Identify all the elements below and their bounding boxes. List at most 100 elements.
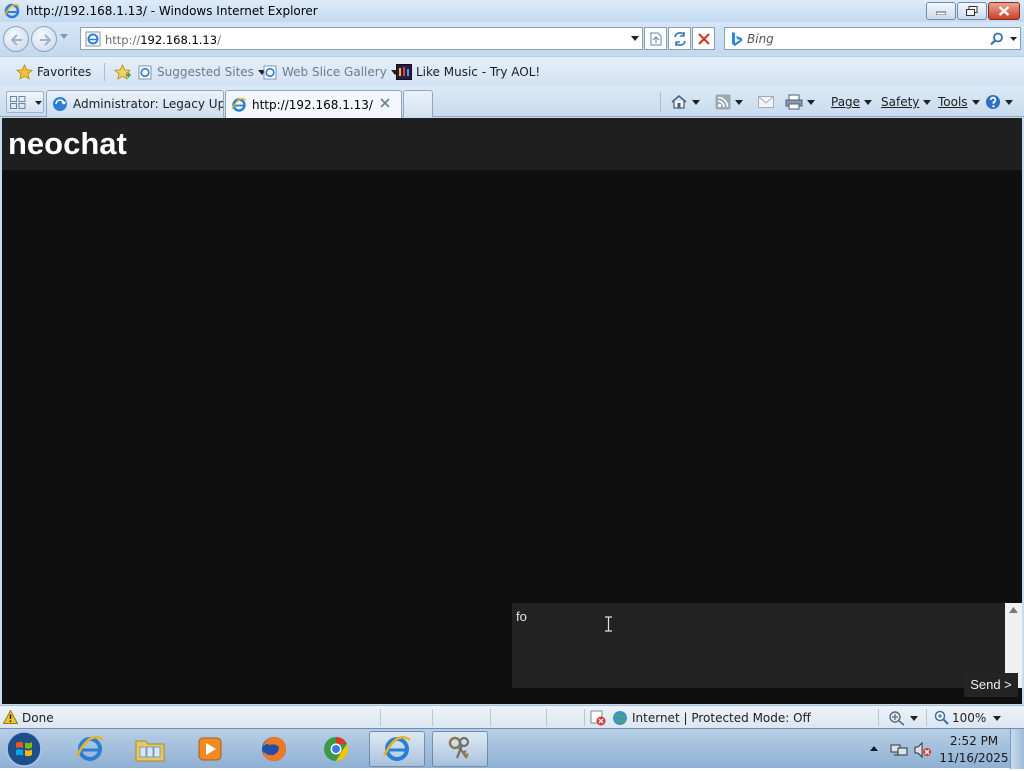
add-to-favorites-bar-button[interactable] <box>114 62 136 82</box>
feeds-button[interactable] <box>715 92 743 112</box>
aol-music-icon <box>396 64 412 80</box>
search-input[interactable] <box>747 30 987 47</box>
home-icon <box>671 94 687 109</box>
print-button[interactable] <box>785 92 815 112</box>
favorites-separator <box>104 63 105 81</box>
favorites-button[interactable]: Favorites <box>16 62 91 82</box>
taskbar-media-player[interactable] <box>182 731 238 767</box>
address-bar[interactable]: http://192.168.1.13/ <box>80 27 643 50</box>
chevron-down-icon <box>1005 99 1013 105</box>
tab-current-page[interactable]: http://192.168.1.13/ <box>225 90 402 118</box>
message-list <box>2 170 1022 602</box>
address-dropdown-icon[interactable] <box>631 36 639 41</box>
favorites-bar-item-suggested-sites[interactable]: Suggested Sites <box>138 62 270 82</box>
status-separator <box>546 709 547 726</box>
home-button[interactable] <box>670 92 700 112</box>
quick-tabs-grid-icon <box>10 96 26 109</box>
zoom-dropdown-icon[interactable] <box>993 716 1001 721</box>
stop-icon <box>698 33 710 45</box>
url-path: / <box>217 33 221 47</box>
tab-list-dropdown-icon <box>35 101 42 105</box>
ie-icon <box>231 97 247 112</box>
network-icon[interactable] <box>890 742 908 758</box>
tools-menu-button[interactable]: Tools <box>938 92 980 112</box>
clock-time[interactable]: 2:52 PM <box>934 734 1014 748</box>
scroll-up-arrow-icon <box>1009 607 1018 613</box>
message-input[interactable] <box>512 603 1005 688</box>
refresh-button[interactable] <box>668 27 691 50</box>
chevron-down-icon[interactable] <box>910 716 918 721</box>
compatibility-view-button[interactable] <box>644 27 667 50</box>
taskbar-keys-tool[interactable] <box>432 731 488 767</box>
taskbar-internet-explorer-active[interactable] <box>369 731 425 767</box>
tools-menu-label: Tools <box>938 95 968 109</box>
keys-icon <box>448 736 470 759</box>
security-zone-text[interactable]: Internet | Protected Mode: Off <box>632 711 811 725</box>
tab-bar: Administrator: Legacy Upd... http://192.… <box>0 86 1024 118</box>
text-cursor-icon <box>605 616 612 632</box>
chevron-down-icon <box>692 99 700 105</box>
page-menu-label: Page <box>831 95 861 109</box>
ie-page-icon <box>85 31 101 47</box>
restore-button[interactable] <box>957 2 987 20</box>
chevron-down-icon <box>735 99 743 105</box>
taskbar-firefox[interactable] <box>246 731 302 767</box>
notification-area: 2:52 PM 11/16/2025 <box>866 729 1024 769</box>
update-globe-icon <box>53 97 67 111</box>
address-url[interactable]: http://192.168.1.13/ <box>105 33 221 47</box>
restore-icon <box>966 6 978 16</box>
taskbar-chrome[interactable] <box>308 731 364 767</box>
start-button[interactable] <box>4 730 46 768</box>
windows-start-orb-icon <box>6 731 42 767</box>
close-icon <box>998 6 1010 16</box>
internet-explorer-icon <box>75 736 104 761</box>
forward-button[interactable] <box>31 26 57 52</box>
add-favorite-star-icon <box>114 64 131 80</box>
taskbar-windows-explorer[interactable] <box>122 731 178 767</box>
favorites-bar: Favorites Suggested Sites Web Slice Gall… <box>0 56 1024 86</box>
back-button[interactable] <box>3 26 29 52</box>
ie-page-icon <box>263 65 277 79</box>
taskbar: 2:52 PM 11/16/2025 <box>0 728 1024 769</box>
tab-administrator-legacy-update[interactable]: Administrator: Legacy Upd... <box>46 90 224 117</box>
compatibility-view-icon <box>650 32 662 46</box>
search-box[interactable] <box>724 27 1021 50</box>
status-separator <box>380 709 381 726</box>
aol-music-label: Like Music - Try AOL! <box>416 65 541 79</box>
chevron-down-icon <box>923 99 932 105</box>
minimize-button[interactable] <box>926 2 956 20</box>
help-icon <box>986 95 1000 109</box>
add-on-status-icon[interactable] <box>888 710 906 726</box>
stop-button[interactable] <box>692 27 715 50</box>
blocked-content-icon[interactable] <box>590 710 606 726</box>
read-mail-button[interactable] <box>758 92 774 112</box>
quick-tabs-button[interactable] <box>6 91 44 113</box>
ie-icon <box>4 3 20 19</box>
show-desktop-button[interactable] <box>1010 729 1024 769</box>
speaker-muted-icon[interactable] <box>914 742 932 758</box>
zoom-level-button[interactable]: 100% <box>934 710 986 725</box>
show-hidden-icons-icon[interactable] <box>870 746 878 751</box>
search-magnifier-icon[interactable] <box>990 32 1004 46</box>
close-tab-icon[interactable] <box>380 98 390 108</box>
close-window-button[interactable] <box>988 2 1020 20</box>
safety-menu-button[interactable]: Safety <box>881 92 932 112</box>
taskbar-internet-explorer[interactable] <box>62 731 118 767</box>
favorites-bar-item-aol-music[interactable]: Like Music - Try AOL! <box>396 62 540 82</box>
clock-date[interactable]: 11/16/2025 <box>934 751 1014 765</box>
favorites-star-icon <box>16 64 33 80</box>
status-separator <box>584 709 585 726</box>
help-menu-button[interactable] <box>985 92 1013 112</box>
search-options-dropdown-icon[interactable] <box>1010 37 1017 41</box>
status-text: Done <box>22 711 54 725</box>
recent-pages-dropdown-icon[interactable] <box>60 34 68 39</box>
chrome-icon <box>324 736 349 762</box>
send-button[interactable]: Send > <box>964 673 1018 697</box>
page-menu-button[interactable]: Page <box>831 92 873 112</box>
command-bar-separator <box>660 92 661 112</box>
browser-window: http://192.168.1.13/ - Windows Internet … <box>0 0 1024 728</box>
suggested-sites-label: Suggested Sites <box>157 65 254 79</box>
new-tab-button[interactable] <box>403 90 433 117</box>
favorites-bar-item-web-slice-gallery[interactable]: Web Slice Gallery <box>263 62 403 82</box>
navigation-bar: http://192.168.1.13/ <box>0 22 1024 56</box>
